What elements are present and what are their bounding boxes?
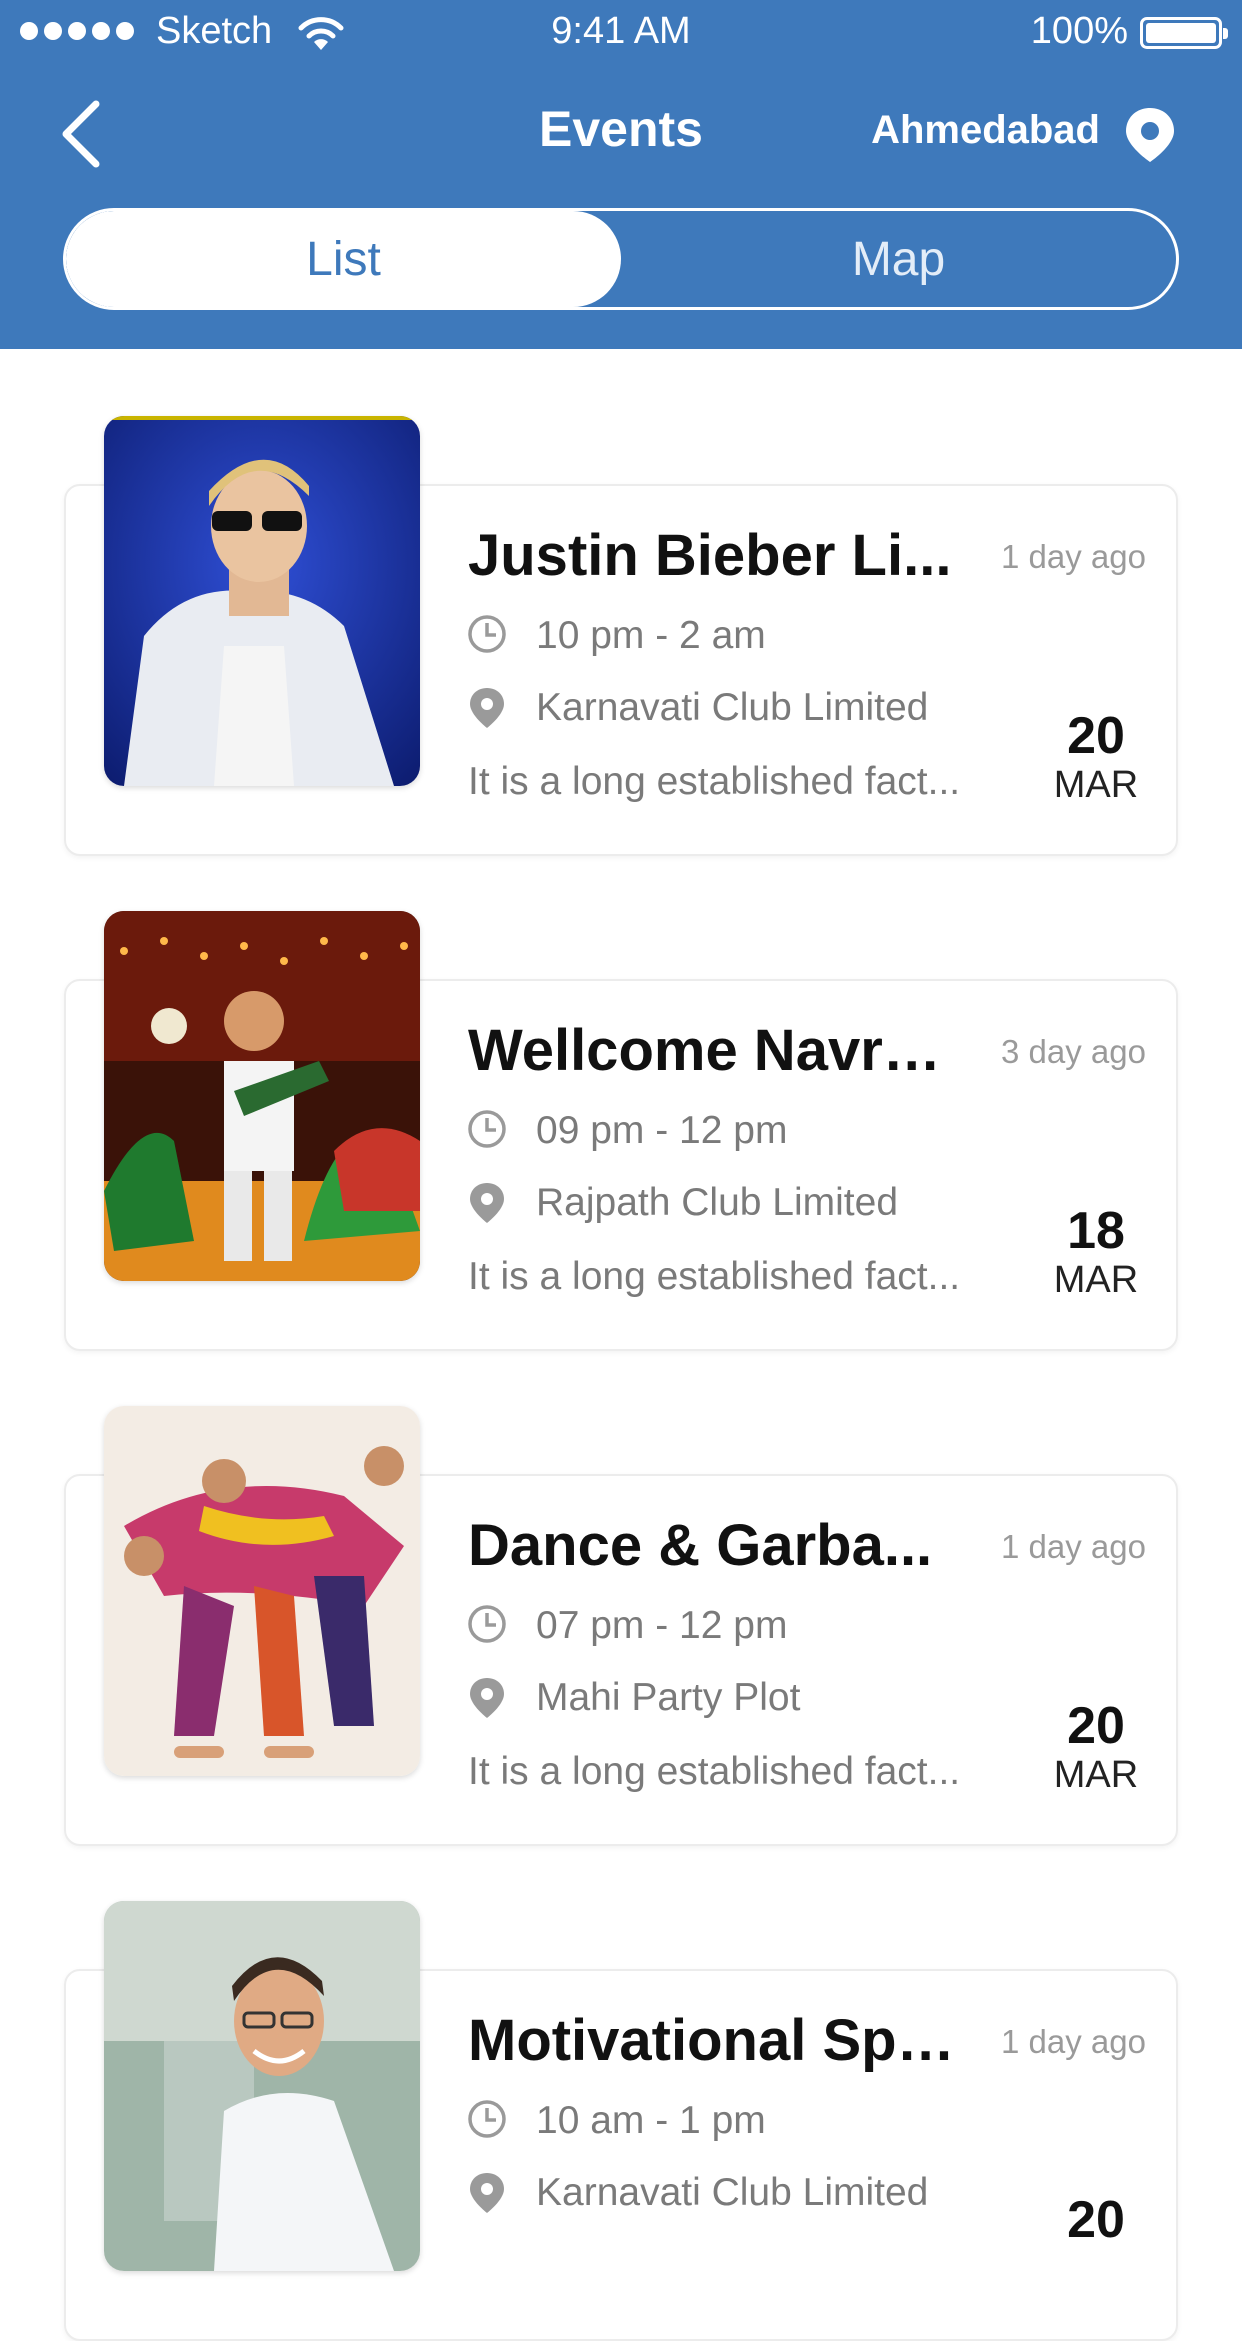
event-day: 20 [1067, 707, 1125, 765]
battery-percent: 100% [1030, 10, 1128, 52]
view-toggle: List Map [63, 208, 1179, 310]
tab-map[interactable]: Map [621, 211, 1176, 307]
location-pin-icon [470, 2173, 504, 2213]
event-month: MAR [1053, 1754, 1139, 1796]
event-time: 09 pm - 12 pm [536, 1109, 788, 1152]
status-bar: Sketch 9:41 AM 100% [0, 0, 1242, 66]
event-venue: Karnavati Club Limited [536, 2171, 929, 2214]
event-description: It is a long established fact... [468, 1255, 961, 1298]
clock-icon [468, 2100, 506, 2138]
event-posted-ago: 1 day ago [1001, 2023, 1146, 2060]
event-day: 18 [1067, 1202, 1125, 1260]
event-time: 10 pm - 2 am [536, 614, 766, 657]
tab-list[interactable]: List [66, 211, 621, 307]
clock-icon [468, 1605, 506, 1643]
event-posted-ago: 3 day ago [1001, 1033, 1146, 1070]
event-day: 20 [1067, 1697, 1125, 1755]
event-venue: Mahi Party Plot [536, 1676, 801, 1719]
event-month: MAR [1053, 1259, 1139, 1301]
app-header: Sketch 9:41 AM 100% Events Ahmedabad Lis… [0, 0, 1242, 349]
clock-icon [468, 615, 506, 653]
event-month: MAR [1053, 764, 1139, 806]
event-time: 07 pm - 12 pm [536, 1604, 788, 1647]
event-image [104, 1901, 420, 2271]
clock-icon [468, 1110, 506, 1148]
event-description: It is a long established fact... [468, 1750, 961, 1793]
event-image [104, 911, 420, 1281]
location-pin-icon[interactable] [1122, 106, 1178, 164]
location-pin-icon [470, 1183, 504, 1223]
event-description: It is a long established fact... [468, 760, 961, 803]
event-venue: Karnavati Club Limited [536, 686, 929, 729]
event-posted-ago: 1 day ago [1001, 1528, 1146, 1565]
location-pin-icon [470, 1678, 504, 1718]
event-title: Justin Bieber Li... [468, 523, 952, 588]
event-image [104, 1406, 420, 1776]
event-title: Wellcome Navratri [468, 1018, 956, 1083]
location-pin-icon [470, 688, 504, 728]
event-title: Dance & Garba... [468, 1513, 933, 1578]
event-posted-ago: 1 day ago [1001, 538, 1146, 575]
event-day: 20 [1067, 2191, 1125, 2249]
event-time: 10 am - 1 pm [536, 2099, 766, 2142]
battery-icon [1140, 17, 1228, 49]
event-image [104, 416, 420, 786]
event-venue: Rajpath Club Limited [536, 1181, 899, 1224]
event-title: Motivational Spe... [468, 2008, 956, 2073]
city-selector[interactable]: Ahmedabad [871, 108, 1100, 153]
